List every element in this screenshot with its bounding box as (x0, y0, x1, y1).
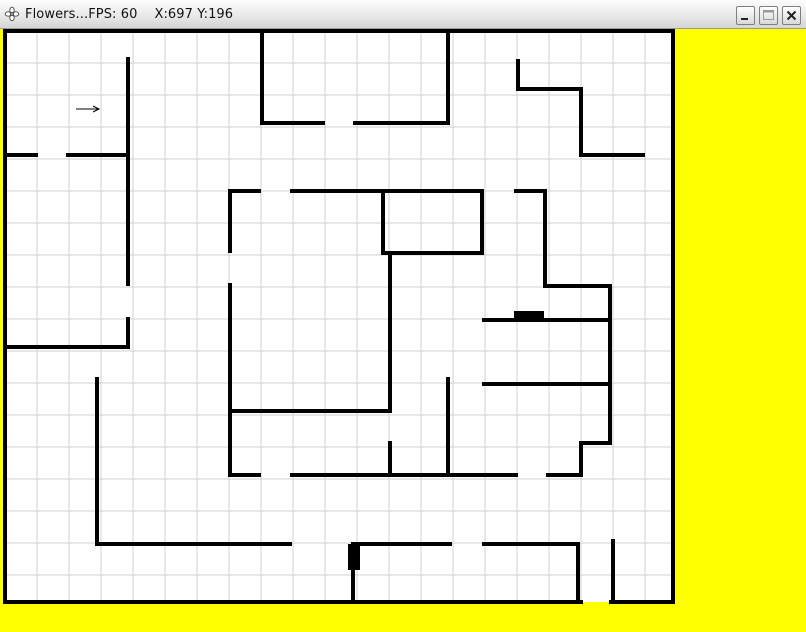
maze-wall-block (514, 311, 544, 318)
window-title: Flowers...FPS: 60 X:697 Y:196 (25, 7, 234, 22)
close-button[interactable] (782, 6, 801, 25)
minimize-icon (741, 18, 748, 20)
maximize-icon (763, 10, 774, 20)
title-bar[interactable]: Flowers...FPS: 60 X:697 Y:196 (0, 0, 806, 29)
maximize-button[interactable] (759, 6, 778, 25)
app-window: Flowers...FPS: 60 X:697 Y:196 (0, 0, 806, 632)
maze-wall-block (348, 544, 360, 570)
close-icon (786, 10, 797, 21)
minimize-button[interactable] (736, 6, 755, 25)
maze-canvas[interactable] (0, 29, 806, 632)
flower-icon (4, 6, 20, 22)
maze-floor (5, 31, 673, 602)
game-area[interactable] (0, 29, 806, 632)
